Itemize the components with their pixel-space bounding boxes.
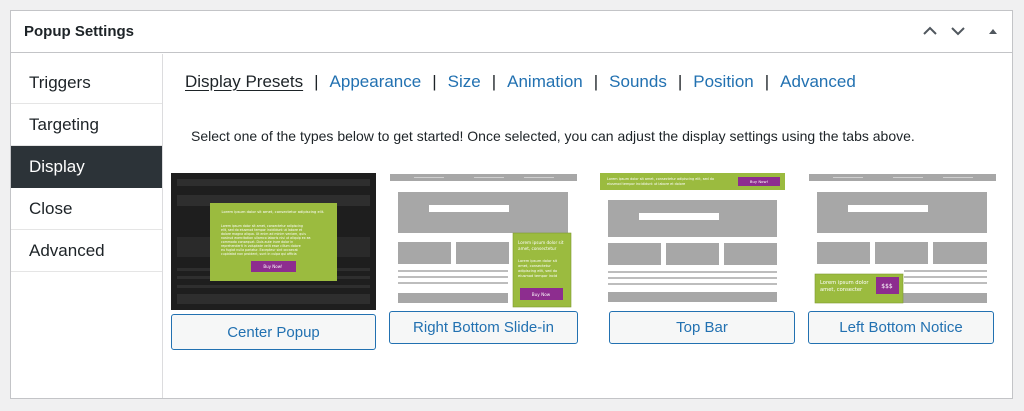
panel-title: Popup Settings [24, 23, 134, 40]
slide-in-body-line: Lorem ipsum dolor sit [518, 259, 558, 263]
center-popup-buy-button: Buy Now! [263, 264, 282, 269]
toggle-panel-button[interactable] [983, 21, 1003, 41]
intro-text: Select one of the types below to get sta… [191, 128, 915, 144]
tab-animation[interactable]: Animation [507, 72, 583, 91]
center-popup-button[interactable]: Center Popup [171, 314, 376, 350]
tab-separator: | [432, 72, 437, 91]
display-tabs: Display Presets | Appearance | Size | Animatio… [185, 72, 856, 94]
move-down-button[interactable] [948, 21, 968, 41]
top-bar-thumbnail[interactable]: Lorem ipsum dolor sit amet, consectetur … [599, 173, 786, 310]
sidebar-item-display[interactable]: Display [11, 146, 162, 188]
panel-header: Popup Settings [11, 11, 1012, 53]
sidebar-item-targeting[interactable]: Targeting [11, 104, 162, 146]
tab-display-presets[interactable]: Display Presets [185, 72, 303, 91]
left-bottom-notice-button[interactable]: Left Bottom Notice [808, 311, 994, 344]
sidebar-item-close[interactable]: Close [11, 188, 162, 230]
slide-in-thumbnail[interactable]: Lorem ipsum dolor sit amet, consectetur … [389, 173, 578, 310]
tab-size[interactable]: Size [448, 72, 481, 91]
notice-text-line: amet, consecter [820, 287, 863, 293]
tab-separator: | [593, 72, 599, 91]
slide-in-heading-line: Lorem ipsum dolor sit [518, 240, 564, 245]
tab-separator: | [764, 72, 770, 91]
center-popup-body-line: cupidatat non proident, sunt in culpa qu… [221, 252, 297, 256]
tab-appearance[interactable]: Appearance [330, 72, 422, 91]
settings-sidebar: Triggers Targeting Display Close Advance… [11, 54, 163, 398]
center-popup-thumbnail[interactable]: Lorem ipsum dolor sit amet, consectetur … [171, 173, 376, 310]
tab-separator: | [677, 72, 683, 91]
tab-separator: | [491, 72, 497, 91]
sidebar-item-advanced[interactable]: Advanced [11, 230, 162, 272]
move-up-button[interactable] [920, 21, 940, 41]
chevron-up-icon [920, 21, 940, 41]
right-bottom-slide-in-button[interactable]: Right Bottom Slide-in [389, 311, 578, 344]
tab-advanced[interactable]: Advanced [780, 72, 856, 91]
slide-in-buy-button: Buy Now [532, 292, 551, 297]
notice-thumbnail[interactable]: Lorem ipsum dolor amet, consecter $$$ [808, 173, 997, 310]
popup-settings-panel: Popup Settings Triggers Targeting Displa… [10, 10, 1013, 399]
slide-in-heading-line: amet, consectetur [518, 246, 557, 251]
center-popup-heading: Lorem ipsum dolor sit amet, consectetur … [222, 210, 325, 214]
triangle-up-icon [983, 21, 1003, 41]
top-bar-text-line: eiusmod tempor incididunt ut labore et d… [607, 182, 685, 186]
top-bar-text-line: Lorem ipsum dolor sit amet, consectetur … [607, 177, 714, 181]
top-bar-buy-button: Buy Now! [750, 179, 768, 184]
slide-in-body-line: amet, consectetur [518, 264, 551, 268]
tab-separator: | [314, 72, 319, 91]
sidebar-item-triggers[interactable]: Triggers [11, 62, 162, 104]
chevron-down-icon [948, 21, 968, 41]
top-bar-button[interactable]: Top Bar [609, 311, 795, 344]
notice-text-line: Lorem ipsum dolor [820, 280, 869, 286]
slide-in-body-line: eiusmod tempor incid [518, 274, 557, 278]
tab-position[interactable]: Position [693, 72, 753, 91]
slide-in-body-line: adipiscing elit, sed do [518, 269, 557, 273]
notice-price-button: $$$ [881, 283, 893, 290]
tab-sounds[interactable]: Sounds [609, 72, 667, 91]
